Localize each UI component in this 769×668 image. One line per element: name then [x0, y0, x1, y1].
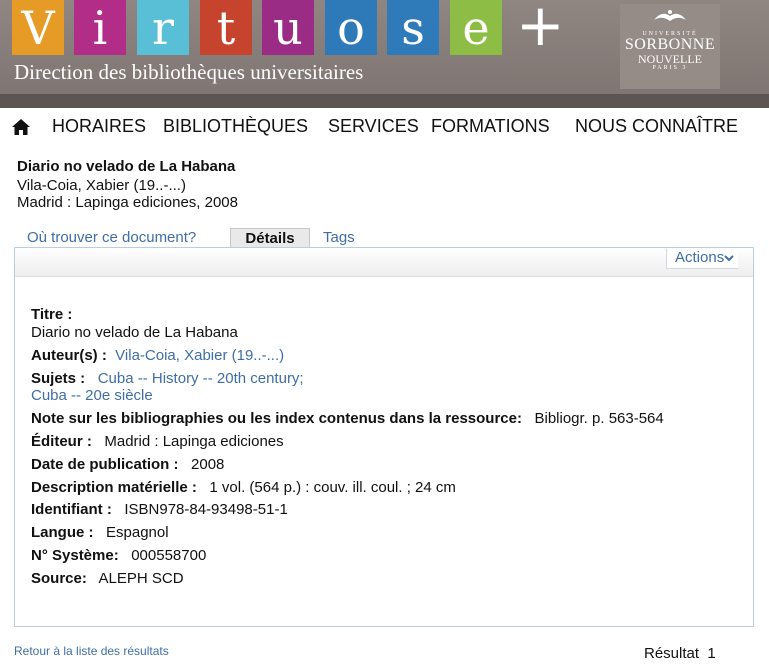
field-value: 2008 [191, 456, 225, 473]
actions-label: Actions [675, 249, 725, 266]
field-titre: Titre : [31, 306, 72, 323]
field-label: Langue : [31, 524, 94, 541]
field-label: Éditeur : [31, 433, 92, 450]
field-label: Source: [31, 570, 87, 587]
nav-services[interactable]: SERVICES [328, 116, 419, 137]
main-nav: HORAIRES BIBLIOTHÈQUES SERVICES FORMATIO… [0, 110, 769, 142]
site-banner: V i r t u o s e + Direction des biblioth… [0, 0, 769, 108]
back-to-results-link[interactable]: Retour à la liste des résultats [14, 644, 169, 658]
field-label: Identifiant : [31, 501, 112, 518]
field-value: ISBN978-84-93498-51-1 [124, 501, 288, 518]
field-source: Source: ALEPH SCD [31, 570, 184, 587]
field-value: Espagnol [106, 524, 169, 541]
field-label: N° Système: [31, 547, 119, 564]
banner-letter: V [12, 0, 64, 55]
banner-bottom-strip [0, 94, 769, 108]
tab-where-to-find[interactable]: Où trouver ce document? [27, 229, 196, 246]
field-label: Description matérielle : [31, 479, 197, 496]
result-label: Résultat [644, 645, 700, 662]
result-counter: Résultat 1 [644, 645, 716, 662]
field-label: Note sur les bibliographies ou les index… [31, 410, 522, 427]
banner-letter: r [137, 0, 189, 55]
banner-letter: s [387, 0, 439, 55]
banner-letter: o [325, 0, 377, 55]
banner-letter: u [262, 0, 314, 55]
chevron-down-icon [724, 249, 734, 266]
field-note: Note sur les bibliographies ou les index… [31, 410, 664, 427]
home-icon[interactable] [11, 118, 31, 136]
field-value: Bibliogr. p. 563-564 [534, 410, 664, 427]
field-value: Diario no velado de La Habana [31, 324, 238, 341]
subject-link[interactable]: Cuba -- History -- 20th century; [98, 370, 304, 387]
banner-letter: e [450, 0, 502, 55]
nav-formations[interactable]: FORMATIONS [431, 116, 550, 137]
nav-nous-connaitre[interactable]: NOUS CONNAÎTRE [575, 116, 738, 137]
tab-tags[interactable]: Tags [323, 229, 355, 246]
banner-plus: + [516, 0, 565, 59]
field-identifiant: Identifiant : ISBN978-84-93498-51-1 [31, 501, 288, 518]
field-label: Date de publication : [31, 456, 179, 473]
field-systeme: N° Système: 000558700 [31, 547, 206, 564]
record-title: Diario no velado de La Habana [17, 158, 236, 175]
field-sujets: Sujets : Cuba -- History -- 20th century… [31, 370, 304, 387]
field-langue: Langue : Espagnol [31, 524, 169, 541]
field-description: Description matérielle : 1 vol. (564 p.)… [31, 479, 456, 496]
panel-toolbar [15, 248, 753, 277]
field-value: Madrid : Lapinga ediciones [104, 433, 284, 450]
logo-nouvelle: NOUVELLE [638, 52, 702, 66]
university-logo[interactable]: UNIVERSITÉ SORBONNE NOUVELLE PARIS 3 [620, 4, 720, 89]
banner-letter: t [200, 0, 252, 55]
field-value: ALEPH SCD [98, 570, 184, 587]
nav-bibliotheques[interactable]: BIBLIOTHÈQUES [163, 116, 308, 137]
author-link[interactable]: Vila-Coia, Xabier (19..-...) [115, 347, 284, 364]
field-value: 1 vol. (564 p.) : couv. ill. coul. ; 24 … [209, 479, 456, 496]
tab-details[interactable]: Détails [230, 228, 310, 247]
banner-letter: i [74, 0, 126, 55]
subject-link[interactable]: Cuba -- 20e siècle [31, 387, 153, 404]
field-label: Sujets : [31, 370, 86, 387]
sorbonne-emblem-icon [620, 6, 720, 31]
result-number: 1 [707, 645, 716, 662]
field-value: 000558700 [131, 547, 207, 564]
field-sujets-2: Cuba -- 20e siècle [31, 387, 153, 404]
actions-dropdown[interactable]: Actions [666, 249, 739, 269]
field-label: Auteur(s) : [31, 347, 107, 364]
field-date: Date de publication : 2008 [31, 456, 224, 473]
field-auteur: Auteur(s) : Vila-Coia, Xabier (19..-...) [31, 347, 284, 364]
banner-subtitle: Direction des bibliothèques universitair… [14, 60, 364, 84]
nav-horaires[interactable]: HORAIRES [52, 116, 146, 137]
field-label: Titre : [31, 306, 73, 323]
logo-sorbonne: SORBONNE [624, 36, 716, 53]
record-author: Vila-Coia, Xabier (19..-...) [17, 177, 186, 194]
field-titre-value: Diario no velado de La Habana [31, 324, 238, 341]
record-publication: Madrid : Lapinga ediciones, 2008 [17, 194, 238, 211]
field-editeur: Éditeur : Madrid : Lapinga ediciones [31, 433, 284, 450]
logo-paris: PARIS 3 [652, 65, 688, 71]
